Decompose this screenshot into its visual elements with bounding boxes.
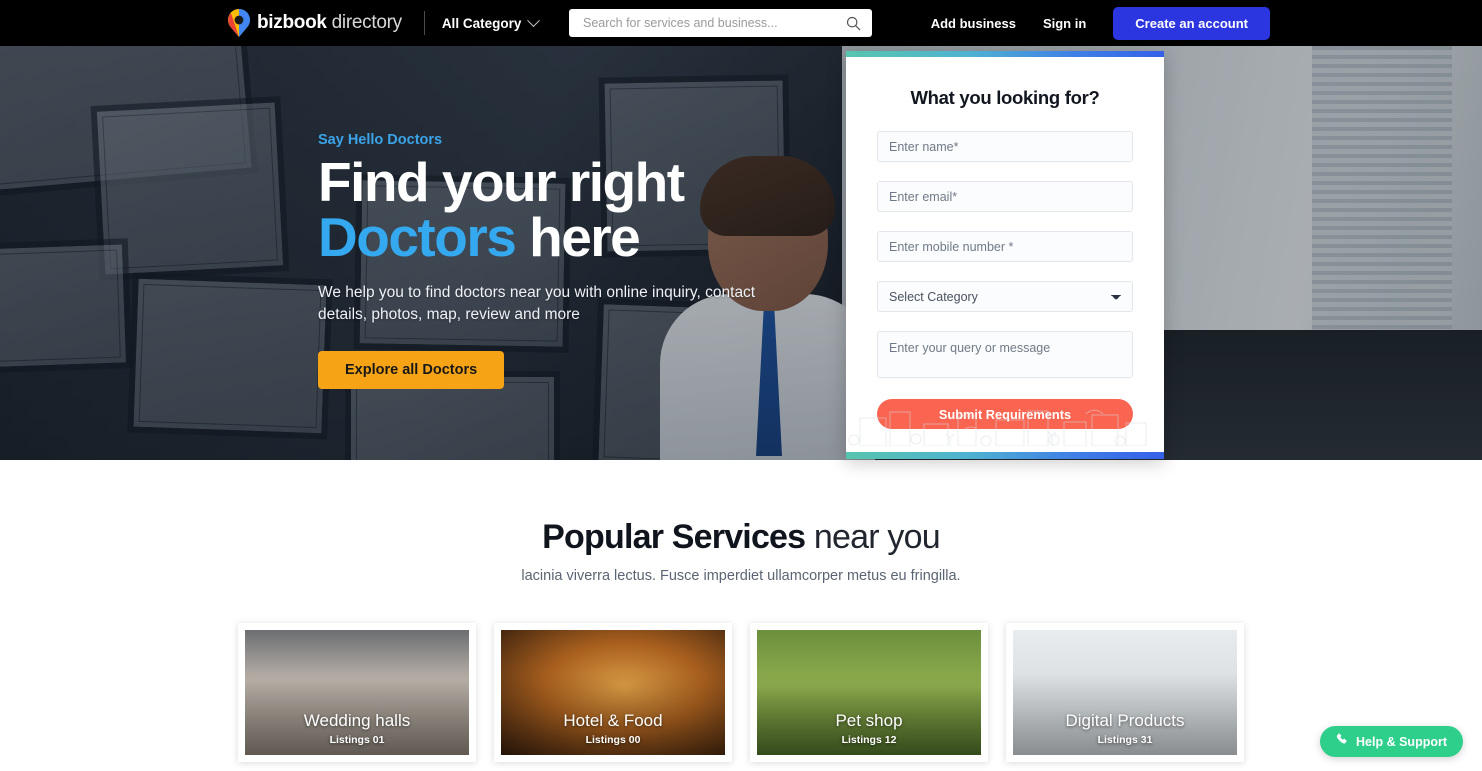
inquiry-form-body: What you looking for? Select Category Su…	[846, 57, 1164, 452]
service-card[interactable]: Digital Products Listings 31	[1006, 623, 1244, 762]
services-title-bold: Popular Services	[542, 518, 806, 556]
chevron-down-icon	[527, 13, 541, 27]
service-card-title: Pet shop	[835, 711, 903, 730]
hero-headline-line1: Find your right	[318, 151, 685, 213]
services-header: Popular Services near you lacinia viverr…	[0, 460, 1482, 584]
hero-headline-tail: here	[515, 206, 641, 268]
hero-eyebrow: Say Hello Doctors	[318, 132, 443, 148]
map-pin-icon	[228, 9, 250, 37]
sign-in-link[interactable]: Sign in	[1043, 16, 1086, 31]
search-icon[interactable]	[840, 16, 866, 31]
service-card-listings: Listings 12	[841, 734, 897, 746]
popular-services-section: Popular Services near you lacinia viverr…	[0, 460, 1482, 762]
service-card-listings: Listings 01	[329, 734, 385, 746]
hero-headline: Find your right Doctors here	[318, 155, 838, 265]
brand-name-light: directory	[331, 12, 402, 33]
category-select[interactable]: Select Category	[877, 281, 1133, 312]
service-card-overlay: Pet shop Listings 12	[757, 630, 981, 755]
hero-section: Say Hello Doctors Find your right Doctor…	[0, 46, 1482, 460]
email-input[interactable]	[877, 181, 1133, 212]
service-card[interactable]: Pet shop Listings 12	[750, 623, 988, 762]
hero-subcopy: We help you to find doctors near you wit…	[318, 284, 756, 323]
service-card[interactable]: Hotel & Food Listings 00	[494, 623, 732, 762]
inquiry-form-title: What you looking for?	[910, 87, 1100, 108]
panel-bottom-gradient-bar	[846, 452, 1164, 459]
search-input[interactable]	[569, 16, 840, 30]
brand-name-bold: bizbook	[257, 12, 327, 33]
hero-headline-accent: Doctors	[318, 206, 517, 268]
create-account-button[interactable]: Create an account	[1113, 6, 1270, 40]
brand-logo[interactable]: bizbook directory	[228, 9, 402, 37]
category-label: All Category	[441, 15, 522, 31]
service-card-image: Pet shop Listings 12	[757, 630, 981, 755]
service-card-overlay: Wedding halls Listings 01	[245, 630, 469, 755]
page-root: bizbook directory All Category Add busin…	[0, 0, 1482, 771]
submit-requirements-button[interactable]: Submit Requirements	[877, 399, 1133, 429]
category-dropdown[interactable]: All Category	[441, 13, 541, 31]
service-card-title: Digital Products	[1065, 711, 1185, 730]
mobile-input[interactable]	[877, 231, 1133, 262]
message-textarea[interactable]	[877, 331, 1133, 378]
service-card-overlay: Digital Products Listings 31	[1013, 630, 1237, 755]
service-card-title: Hotel & Food	[563, 711, 663, 730]
service-card-image: Hotel & Food Listings 00	[501, 630, 725, 755]
service-card-listings: Listings 00	[585, 734, 641, 746]
phone-icon	[1336, 732, 1349, 751]
search-bar[interactable]	[569, 9, 872, 37]
service-cards-row: Wedding halls Listings 01 Hotel & Food L…	[0, 623, 1482, 762]
help-support-button[interactable]: Help & Support	[1320, 726, 1463, 757]
service-card-image: Wedding halls Listings 01	[245, 630, 469, 755]
service-card[interactable]: Wedding halls Listings 01	[238, 623, 476, 762]
services-title: Popular Services near you	[0, 518, 1482, 557]
nav-divider	[423, 11, 425, 35]
services-title-light: near you	[805, 518, 941, 556]
help-support-label: Help & Support	[1356, 734, 1447, 749]
nav-actions: Add business Sign in Create an account	[931, 0, 1482, 46]
top-navbar: bizbook directory All Category Add busin…	[0, 0, 1482, 46]
service-card-overlay: Hotel & Food Listings 00	[501, 630, 725, 755]
service-card-title: Wedding halls	[303, 711, 411, 730]
service-card-image: Digital Products Listings 31	[1013, 630, 1237, 755]
inquiry-form-panel: What you looking for? Select Category Su…	[846, 51, 1164, 459]
name-input[interactable]	[877, 131, 1133, 162]
services-subtitle: lacinia viverra lectus. Fusce imperdiet …	[521, 568, 961, 584]
hero-copy: Say Hello Doctors Find your right Doctor…	[318, 132, 838, 389]
add-business-link[interactable]: Add business	[931, 16, 1016, 31]
service-card-listings: Listings 31	[1097, 734, 1153, 746]
explore-doctors-button[interactable]: Explore all Doctors	[318, 351, 505, 389]
